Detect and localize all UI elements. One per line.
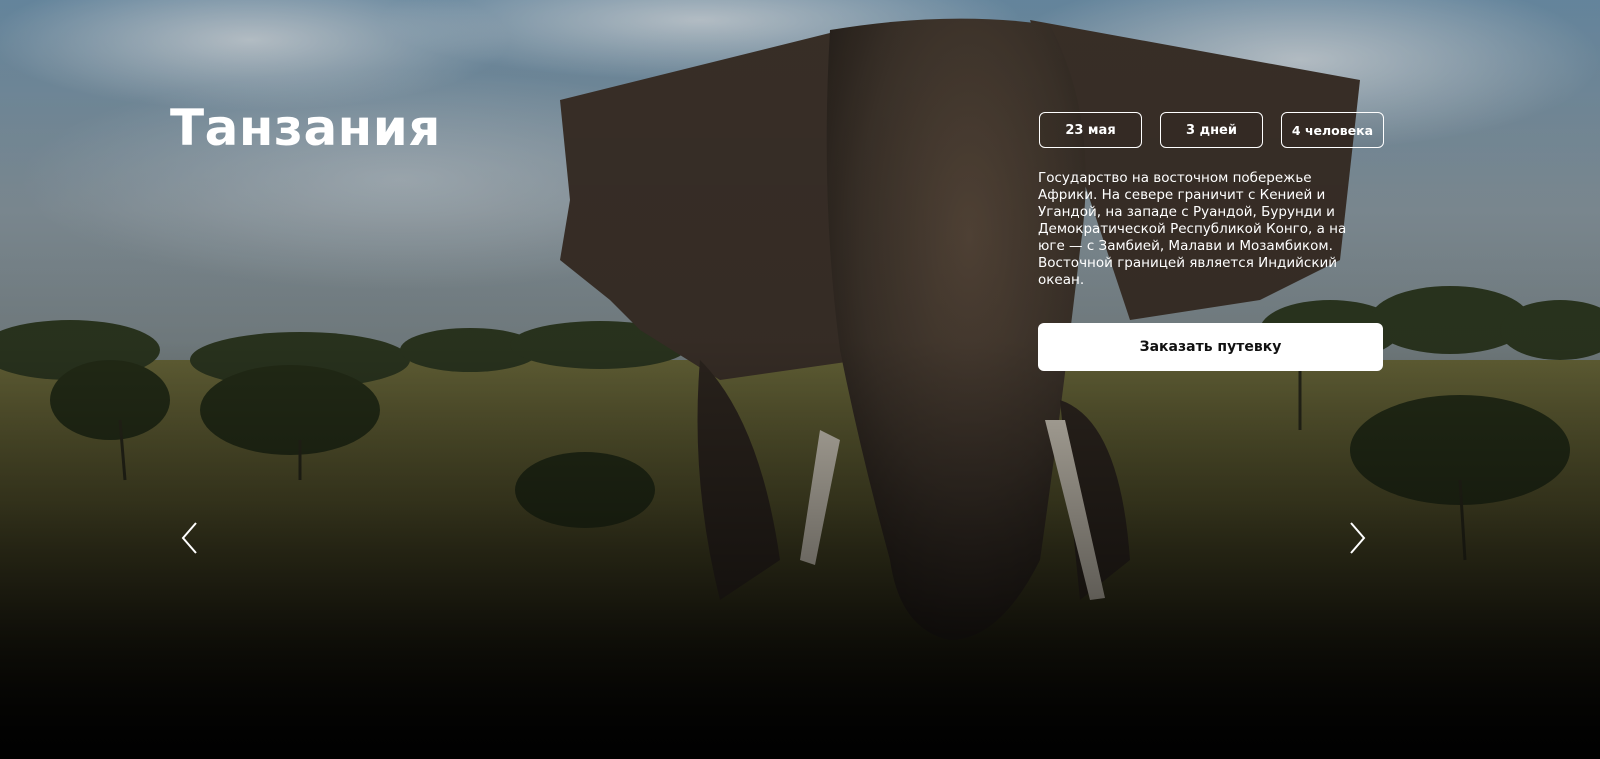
date-chip: 23 мая bbox=[1039, 112, 1142, 148]
book-trip-button[interactable]: Заказать путевку bbox=[1038, 323, 1383, 371]
duration-chip: 3 дней bbox=[1160, 112, 1263, 148]
chevron-right-icon bbox=[1350, 522, 1366, 554]
chevron-left-icon bbox=[181, 522, 197, 554]
next-slide-button[interactable] bbox=[1345, 520, 1369, 556]
page-title: Танзания bbox=[170, 99, 441, 157]
people-chip: 4 человека bbox=[1281, 112, 1384, 148]
prev-slide-button[interactable] bbox=[178, 520, 202, 556]
trip-info-chips: 23 мая 3 дней 4 человека bbox=[1039, 112, 1384, 148]
hero-slider: Танзания 23 мая 3 дней 4 человека Госуда… bbox=[0, 0, 1600, 759]
country-description: Государство на восточном побережье Африк… bbox=[1038, 170, 1347, 288]
